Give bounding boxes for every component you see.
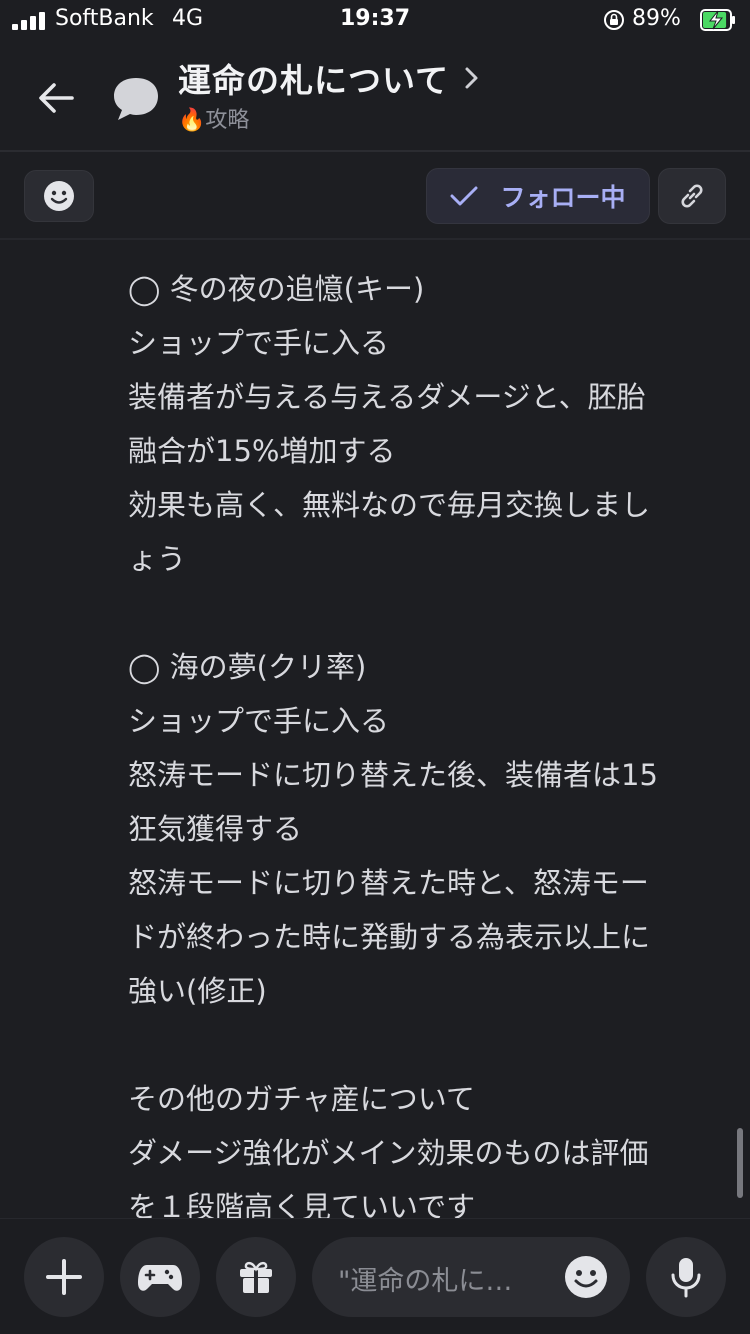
follow-button[interactable]: フォロー中 — [426, 168, 650, 224]
chat-bubble-icon — [114, 78, 158, 120]
arrow-left-icon — [39, 83, 74, 113]
status-bar: SoftBank 4G 19:37 89% — [0, 0, 750, 42]
message-body: ◯ 冬の夜の追憶(キー) ショップで手に入る 装備者が与える与えるダメージと、胚胎融… — [128, 262, 718, 1234]
microphone-icon — [671, 1258, 701, 1298]
link-icon — [681, 184, 703, 208]
channel-title-row[interactable]: 運命の札について — [178, 54, 481, 102]
message-line: ショップで手に入る — [128, 704, 390, 738]
composer-bar: "運命の札に… — [0, 1218, 750, 1334]
channel-title: 運命の札について — [178, 61, 450, 100]
message-blank-line — [128, 1018, 718, 1072]
action-row: フォロー中 — [0, 152, 750, 240]
message-line: ょう — [128, 542, 187, 576]
message-line: 怒涛モードに切り替えた後、装備者は15 — [128, 758, 658, 792]
gift-icon — [240, 1261, 272, 1293]
battery-percentage: 89% — [632, 6, 681, 31]
message-line: 装備者が与える与えるダメージと、胚胎 — [128, 380, 646, 414]
voice-button[interactable] — [646, 1237, 726, 1317]
copy-link-button[interactable] — [658, 168, 726, 224]
gamepad-icon — [138, 1265, 182, 1291]
back-button[interactable] — [28, 70, 84, 126]
message-line: 効果も高く、無料なので毎月交換しまし — [128, 488, 651, 522]
scrollbar[interactable] — [737, 1128, 743, 1198]
message-line: その他のガチャ産について — [128, 1082, 475, 1116]
message-line: 怒涛モードに切り替えた時と、怒涛モー — [128, 866, 649, 900]
add-button[interactable] — [24, 1237, 104, 1317]
reaction-button[interactable] — [24, 170, 94, 222]
message-line: 融合が15%増加する — [128, 434, 396, 468]
message-input-placeholder: "運命の札に… — [338, 1266, 513, 1297]
activities-button[interactable] — [120, 1237, 200, 1317]
chevron-right-icon — [465, 67, 478, 89]
message-line: ◯ 冬の夜の追憶(キー) — [128, 272, 425, 306]
rotation-lock-icon — [604, 10, 624, 30]
message-line: 強い(修正) — [128, 974, 267, 1008]
smiley-icon — [44, 181, 74, 211]
message-line: ◯ 海の夢(クリ率) — [128, 650, 367, 684]
message-line: ダメージ強化がメイン効果のものは評価 — [128, 1136, 649, 1170]
message-input[interactable]: "運命の札に… — [312, 1237, 630, 1317]
plus-icon — [46, 1259, 82, 1295]
gift-button[interactable] — [216, 1237, 296, 1317]
message-line: 狂気獲得する — [128, 812, 303, 846]
channel-header: 運命の札について 🔥攻略 — [0, 42, 750, 150]
channel-category: 🔥攻略 — [178, 108, 250, 133]
checkmark-icon — [450, 186, 478, 206]
follow-label: フォロー中 — [500, 183, 626, 212]
message-blank-line — [128, 586, 718, 640]
message-line: ショップで手に入る — [128, 326, 390, 360]
smiley-icon[interactable] — [564, 1255, 608, 1299]
message-line: ドが終わった時に発動する為表示以上に — [128, 920, 651, 954]
battery-charging-icon — [700, 9, 735, 31]
